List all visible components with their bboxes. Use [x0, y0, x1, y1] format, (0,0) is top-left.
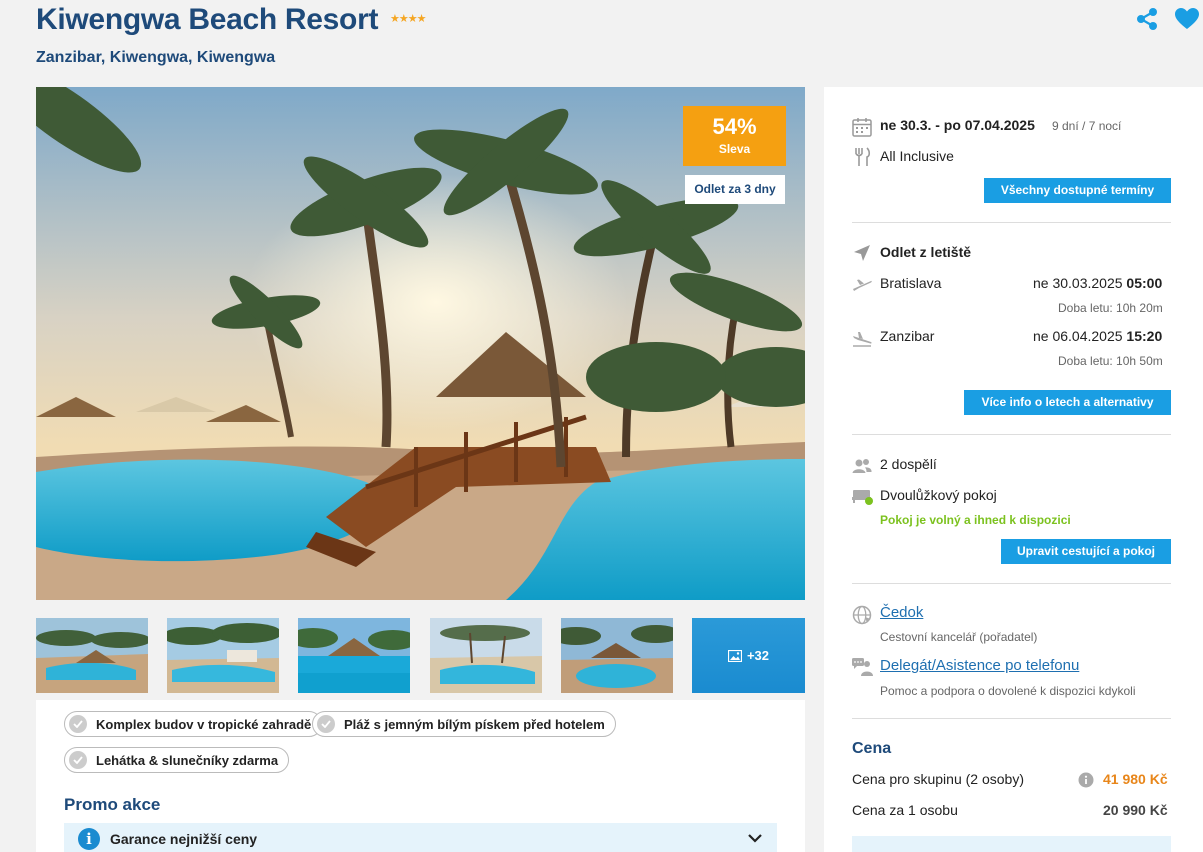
check-icon [69, 751, 87, 769]
support-description: Pomoc a podpora o dovolené k dispozici k… [880, 684, 1136, 698]
discount-label: Sleva [718, 142, 751, 156]
users-icon [852, 459, 872, 473]
trip-dates: ne 30.3. - po 07.04.2025 [880, 117, 1035, 133]
feature-chip: Komplex budov v tropické zahradě [64, 711, 323, 737]
feature-label: Komplex budov v tropické zahradě [96, 716, 312, 732]
room-type: Dvoulůžkový pokoj [880, 487, 997, 503]
outbound-city: Bratislava [880, 275, 942, 291]
agency-link[interactable]: Čedok [880, 604, 923, 621]
flights-heading: Odlet z letiště [880, 244, 972, 260]
inbound-date: ne 06.04.2025 15:20 [1033, 328, 1162, 344]
outbound-time: 05:00 [1126, 275, 1163, 291]
check-icon [69, 715, 87, 733]
gallery-thumbnail[interactable] [36, 618, 148, 693]
share-icon[interactable] [1134, 6, 1160, 32]
gallery-thumbnail[interactable] [561, 618, 673, 693]
support-phone-link[interactable]: Delegát/Asistence po telefonu [880, 657, 1079, 674]
hotel-location[interactable]: Zanzibar, Kiwengwa, Kiwengwa [36, 49, 275, 67]
edit-travellers-button[interactable]: Upravit cestující a pokoj [1001, 539, 1171, 564]
gallery-thumbnail[interactable] [430, 618, 542, 693]
price-notice-box [852, 836, 1171, 852]
group-price-value: 41 980 Kč [1103, 771, 1168, 787]
image-icon [727, 649, 742, 662]
gallery-thumbnail[interactable] [298, 618, 410, 693]
more-photos-button[interactable]: +32 [692, 618, 805, 693]
traveller-count: 2 dospělí [880, 456, 937, 472]
inbound-time: 15:20 [1126, 328, 1163, 344]
feature-label: Pláž s jemným bílým pískem před hotelem [344, 716, 605, 732]
divider [852, 718, 1171, 719]
board-type: All Inclusive [880, 148, 954, 164]
trip-duration: 9 dní / 7 nocí [1052, 119, 1122, 133]
discount-percent: 54% [712, 114, 757, 139]
all-dates-button[interactable]: Všechny dostupné termíny [984, 178, 1171, 203]
room-availability: Pokoj je volný a ihned k dispozici [880, 513, 1071, 527]
divider [852, 222, 1171, 223]
feature-chip: Lehátka & slunečníky zdarma [64, 747, 290, 773]
price-heading: Cena [852, 740, 892, 757]
bed-icon [852, 490, 873, 505]
info-icon[interactable] [1078, 772, 1094, 788]
calendar-icon [852, 118, 872, 137]
cutlery-icon [855, 147, 871, 166]
plane-landing-icon [853, 332, 872, 347]
promo-heading: Promo akce [64, 795, 161, 814]
globe-icon [852, 605, 872, 625]
heart-icon[interactable] [1174, 7, 1200, 31]
support-agent-icon [852, 658, 873, 676]
flight-info-button[interactable]: Více info o letech a alternativy [964, 390, 1171, 415]
promo-accordion-item[interactable]: i Garance nejnižší ceny [64, 823, 777, 852]
plane-takeoff-icon [853, 279, 872, 291]
agency-role: Cestovní kancelář (pořadatel) [880, 630, 1038, 644]
discount-badge: 54% Sleva [683, 106, 786, 166]
person-price-label: Cena za 1 osobu [852, 802, 958, 818]
info-icon: i [78, 828, 100, 850]
group-price-label: Cena pro skupinu (2 osoby) [852, 771, 1024, 787]
star-rating: ★★★★ [390, 13, 426, 25]
feature-label: Lehátka & slunečníky zdarma [96, 752, 279, 768]
person-price-value: 20 990 Kč [1103, 802, 1168, 818]
outbound-date-value: ne 30.03.2025 [1033, 275, 1123, 291]
departure-countdown-badge: Odlet za 3 dny [685, 175, 785, 204]
divider [852, 434, 1171, 435]
divider [852, 583, 1171, 584]
hotel-name: Kiwengwa Beach Resort [36, 3, 379, 36]
promo-item-label: Garance nejnižší ceny [110, 831, 258, 847]
gallery-thumbnail[interactable] [167, 618, 279, 693]
chevron-down-icon [748, 834, 762, 843]
outbound-duration: Doba letu: 10h 20m [1058, 301, 1163, 315]
outbound-date: ne 30.03.2025 05:00 [1033, 275, 1162, 291]
inbound-duration: Doba letu: 10h 50m [1058, 354, 1163, 368]
more-photos-count: +32 [746, 648, 770, 663]
inbound-date-value: ne 06.04.2025 [1033, 328, 1123, 344]
check-icon [317, 715, 335, 733]
navigation-arrow-icon [854, 245, 870, 261]
inbound-city: Zanzibar [880, 328, 935, 344]
feature-chip: Pláž s jemným bílým pískem před hotelem [312, 711, 616, 737]
